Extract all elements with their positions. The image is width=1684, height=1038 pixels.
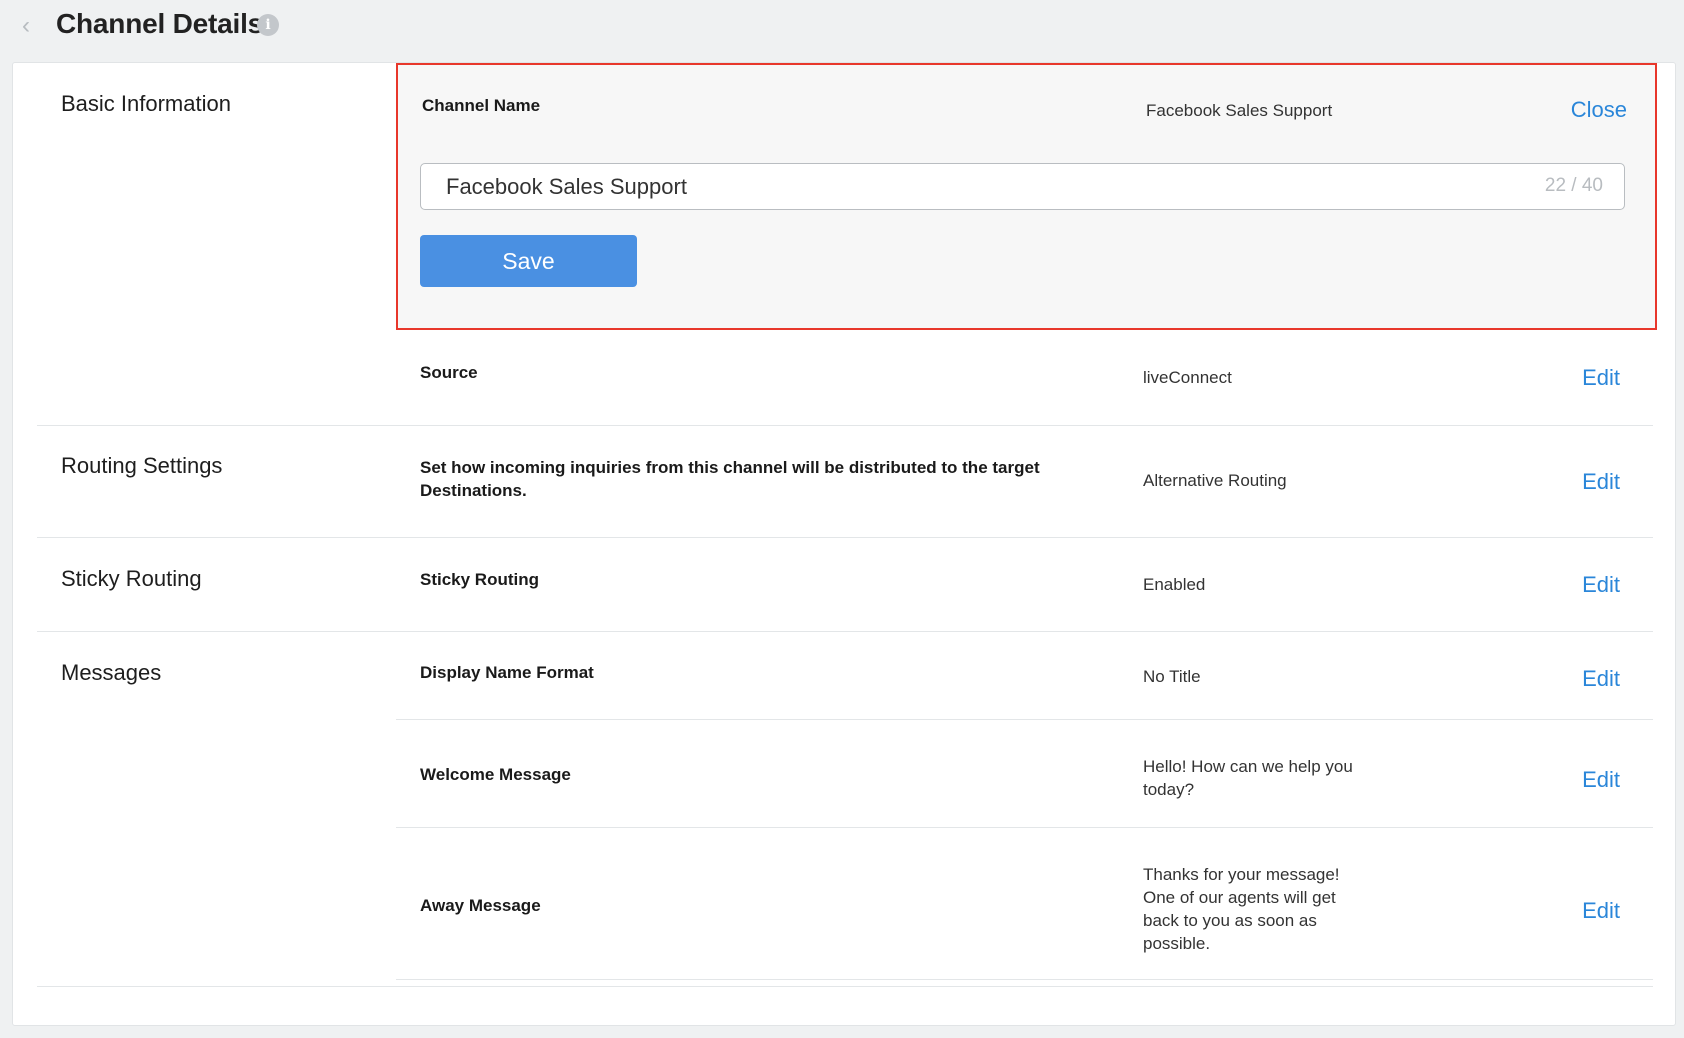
edit-welcome-message-button[interactable]: Edit (1582, 767, 1620, 793)
page-title: Channel Details (56, 8, 264, 39)
char-count: 22 / 40 (1544, 175, 1603, 196)
divider (37, 631, 1653, 632)
divider (37, 537, 1653, 538)
section-title-basic-information: Basic Information (61, 91, 231, 116)
section-title-sticky-routing: Sticky Routing (61, 566, 202, 591)
display-name-format-value: No Title (1143, 667, 1201, 686)
away-message-label: Away Message (420, 896, 541, 915)
section-title-messages: Messages (61, 660, 162, 685)
channel-name-input[interactable] (420, 163, 1625, 210)
edit-source-button[interactable]: Edit (1582, 365, 1620, 391)
divider (396, 719, 1653, 720)
routing-settings-value: Alternative Routing (1143, 471, 1287, 490)
welcome-message-label: Welcome Message (420, 765, 571, 784)
sticky-routing-label: Sticky Routing (420, 570, 540, 589)
routing-settings-description: Set how incoming inquiries from this cha… (420, 458, 1040, 500)
away-message-value: Thanks for your message! One of our agen… (1143, 865, 1340, 953)
save-button[interactable]: Save (420, 235, 637, 287)
channel-details-card: Basic Information Channel Name Facebook … (12, 62, 1676, 1026)
info-icon[interactable]: i (257, 14, 279, 36)
edit-away-message-button[interactable]: Edit (1582, 898, 1620, 924)
divider (396, 827, 1653, 828)
chevron-left-icon[interactable]: ‹ (22, 13, 42, 39)
edit-sticky-routing-button[interactable]: Edit (1582, 572, 1620, 598)
divider (396, 979, 1653, 980)
channel-name-edit-panel: Channel Name Facebook Sales Support Clos… (396, 63, 1657, 330)
source-value: liveConnect (1143, 368, 1232, 387)
channel-name-value: Facebook Sales Support (1146, 101, 1333, 120)
welcome-message-value: Hello! How can we help you today? (1143, 757, 1353, 799)
divider (37, 425, 1653, 426)
edit-display-name-format-button[interactable]: Edit (1582, 666, 1620, 692)
page-header: ‹ Channel Details i (0, 0, 1684, 56)
channel-name-label: Channel Name (422, 96, 541, 115)
sticky-routing-value: Enabled (1143, 575, 1206, 594)
divider (37, 986, 1653, 987)
close-button[interactable]: Close (1571, 97, 1627, 123)
edit-routing-settings-button[interactable]: Edit (1582, 469, 1620, 495)
display-name-format-label: Display Name Format (420, 663, 594, 682)
section-title-routing-settings: Routing Settings (61, 453, 223, 478)
source-label: Source (420, 363, 478, 382)
